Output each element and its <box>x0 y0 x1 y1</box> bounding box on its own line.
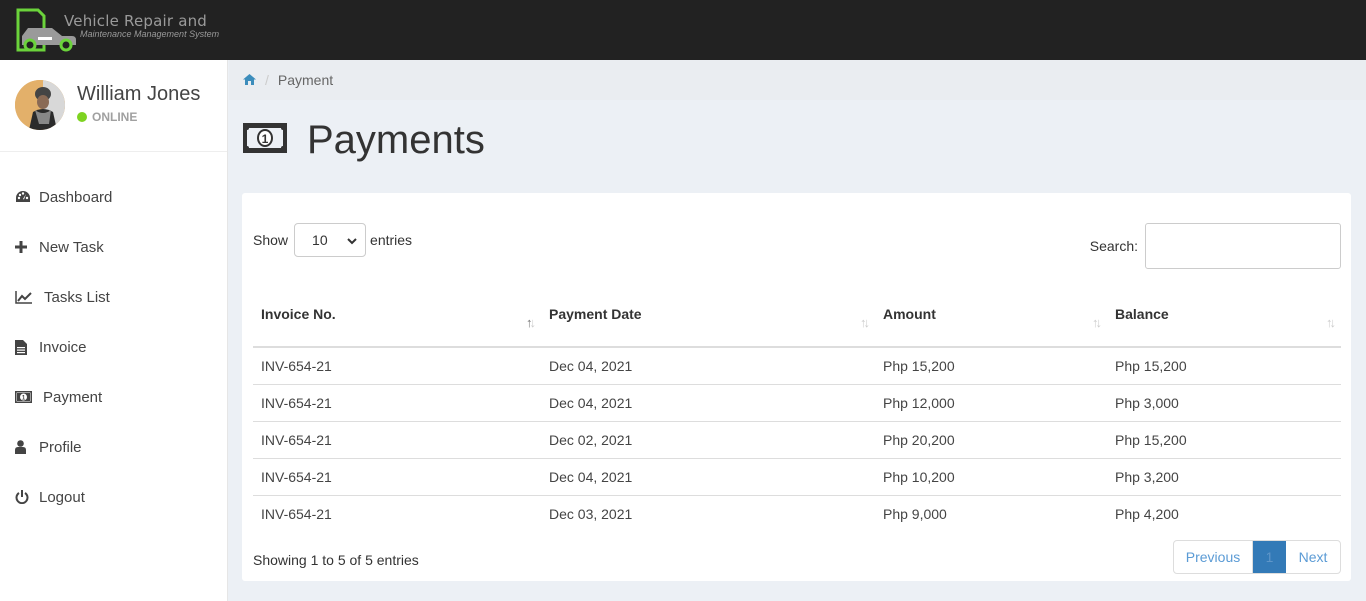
money-icon: 1 <box>243 123 287 158</box>
sidebar-item-logout[interactable]: Logout <box>0 472 227 522</box>
invoice-no-cell: INV-654-21 <box>253 347 541 385</box>
breadcrumb: / Payment <box>229 60 1366 100</box>
balance-cell: Php 15,200 <box>1107 421 1341 459</box>
column-header-payment-date[interactable]: Payment Date ↑↓ <box>541 289 875 348</box>
balance-cell: Php 3,200 <box>1107 458 1341 496</box>
payment-date-cell: Dec 02, 2021 <box>541 421 875 459</box>
home-icon[interactable] <box>243 72 256 88</box>
user-name: William Jones <box>77 83 201 105</box>
payment-date-cell: Dec 04, 2021 <box>541 384 875 422</box>
page-1-button[interactable]: 1 <box>1253 541 1286 573</box>
amount-cell: Php 9,000 <box>883 505 947 522</box>
breadcrumb-current: Payment <box>277 72 334 88</box>
sidebar-item-dashboard[interactable]: Dashboard <box>0 172 227 222</box>
sidebar: William Jones ONLINE Dashboard New Task … <box>0 60 228 601</box>
sidebar-item-tasks-list[interactable]: Tasks List <box>0 272 227 322</box>
payment-date-cell: Dec 03, 2021 <box>549 505 633 522</box>
user-photo-icon <box>15 80 65 130</box>
column-header-invoice-no[interactable]: Invoice No. ↑↓ <box>253 289 541 348</box>
invoice-no-cell: INV-654-21 <box>261 505 332 522</box>
sort-icon: ↑↓ <box>1092 315 1102 330</box>
status-label: ONLINE <box>92 110 138 124</box>
sidebar-item-label: Tasks List <box>44 288 110 306</box>
page-length-select[interactable]: 10 <box>294 223 367 257</box>
plus-icon <box>15 241 35 253</box>
logo-title: Vehicle Repair and <box>64 12 208 30</box>
next-page-button[interactable]: Next <box>1286 541 1340 573</box>
invoice-no-cell: INV-654-21 <box>253 458 541 496</box>
previous-page-button[interactable]: Previous <box>1174 541 1253 573</box>
table-row: INV-654-21 Dec 02, 2021 Php 20,200 Php 1… <box>253 421 1341 459</box>
entries-label: entries <box>370 232 413 248</box>
invoice-no-cell: INV-654-21 <box>253 421 541 459</box>
chevron-down-icon <box>347 232 357 248</box>
sidebar-item-label: Invoice <box>39 338 87 356</box>
sidebar-item-label: Dashboard <box>39 188 113 206</box>
sidebar-item-label: New Task <box>39 238 104 256</box>
svg-text:1: 1 <box>262 132 269 146</box>
search-input[interactable] <box>1145 223 1341 269</box>
file-text-icon <box>15 339 35 355</box>
sidebar-item-profile[interactable]: Profile <box>0 422 227 472</box>
sidebar-item-label: Payment <box>43 388 103 406</box>
user-status: ONLINE <box>77 110 137 124</box>
table-info: Showing 1 to 5 of 5 entries <box>253 552 419 568</box>
sidebar-item-payment[interactable]: 1 Payment <box>0 372 227 422</box>
money-icon: 1 <box>15 391 39 403</box>
sidebar-item-invoice[interactable]: Invoice <box>0 322 227 372</box>
invoice-no-cell: INV-654-21 <box>253 384 541 422</box>
table-row: INV-654-21 Dec 04, 2021 Php 15,200 Php 1… <box>253 347 1341 385</box>
balance-cell: Php 4,200 <box>1115 505 1179 522</box>
pagination: Previous 1 Next <box>1173 540 1341 574</box>
online-status-dot-icon <box>77 112 87 122</box>
avatar <box>15 80 65 130</box>
sort-asc-icon: ↑↓ <box>526 315 536 330</box>
top-navbar: Vehicle Repair and Maintenance Managemen… <box>0 0 1366 60</box>
power-icon <box>15 490 35 504</box>
column-header-amount[interactable]: Amount ↑↓ <box>875 289 1107 348</box>
page-length-value: 10 <box>312 232 328 248</box>
amount-cell: Php 15,200 <box>875 347 1107 385</box>
amount-cell: Php 10,200 <box>875 458 1107 496</box>
table-row: INV-654-21 Dec 04, 2021 Php 10,200 Php 3… <box>253 458 1341 496</box>
page-header: 1 Payments <box>243 118 485 163</box>
breadcrumb-separator: / <box>265 72 269 88</box>
page-title: Payments <box>307 118 485 162</box>
balance-cell: Php 15,200 <box>1107 347 1341 385</box>
search-control: Search: <box>1090 223 1341 269</box>
sidebar-item-label: Profile <box>39 438 82 456</box>
sort-icon: ↑↓ <box>1326 315 1336 330</box>
user-icon <box>15 440 35 454</box>
payments-card: Show 10 entries Search: Invoice No. ↑↓ Pa… <box>242 193 1351 581</box>
logo-subtitle: Maintenance Management System <box>80 29 220 39</box>
search-label: Search: <box>1089 238 1138 254</box>
show-label: Show <box>253 232 289 248</box>
amount-cell: Php 12,000 <box>875 384 1107 422</box>
sort-icon: ↑↓ <box>860 315 870 330</box>
sidebar-menu: Dashboard New Task Tasks List Invoice 1 … <box>0 172 227 522</box>
sidebar-item-new-task[interactable]: New Task <box>0 222 227 272</box>
table-row: INV-654-21 Dec 04, 2021 Php 12,000 Php 3… <box>253 384 1341 422</box>
dashboard-icon <box>15 190 35 204</box>
payments-table: Invoice No. ↑↓ Payment Date ↑↓ Amount ↑↓ Ba… <box>253 289 1341 532</box>
payment-date-cell: Dec 04, 2021 <box>541 458 875 496</box>
amount-cell: Php 20,200 <box>875 421 1107 459</box>
line-chart-icon <box>15 290 40 304</box>
page-length-control: Show 10 entries <box>253 223 412 257</box>
payment-date-cell: Dec 04, 2021 <box>541 347 875 385</box>
balance-cell: Php 3,000 <box>1107 384 1341 422</box>
table-row: INV-654-21 Dec 03, 2021 Php 9,000 Php 4,… <box>253 495 1341 532</box>
sidebar-item-label: Logout <box>39 488 85 506</box>
app-logo[interactable]: Vehicle Repair and Maintenance Managemen… <box>12 6 222 54</box>
column-header-balance[interactable]: Balance ↑↓ <box>1107 289 1341 348</box>
user-panel: William Jones ONLINE <box>0 60 227 152</box>
table-header-row: Invoice No. ↑↓ Payment Date ↑↓ Amount ↑↓ Ba… <box>253 289 1341 348</box>
